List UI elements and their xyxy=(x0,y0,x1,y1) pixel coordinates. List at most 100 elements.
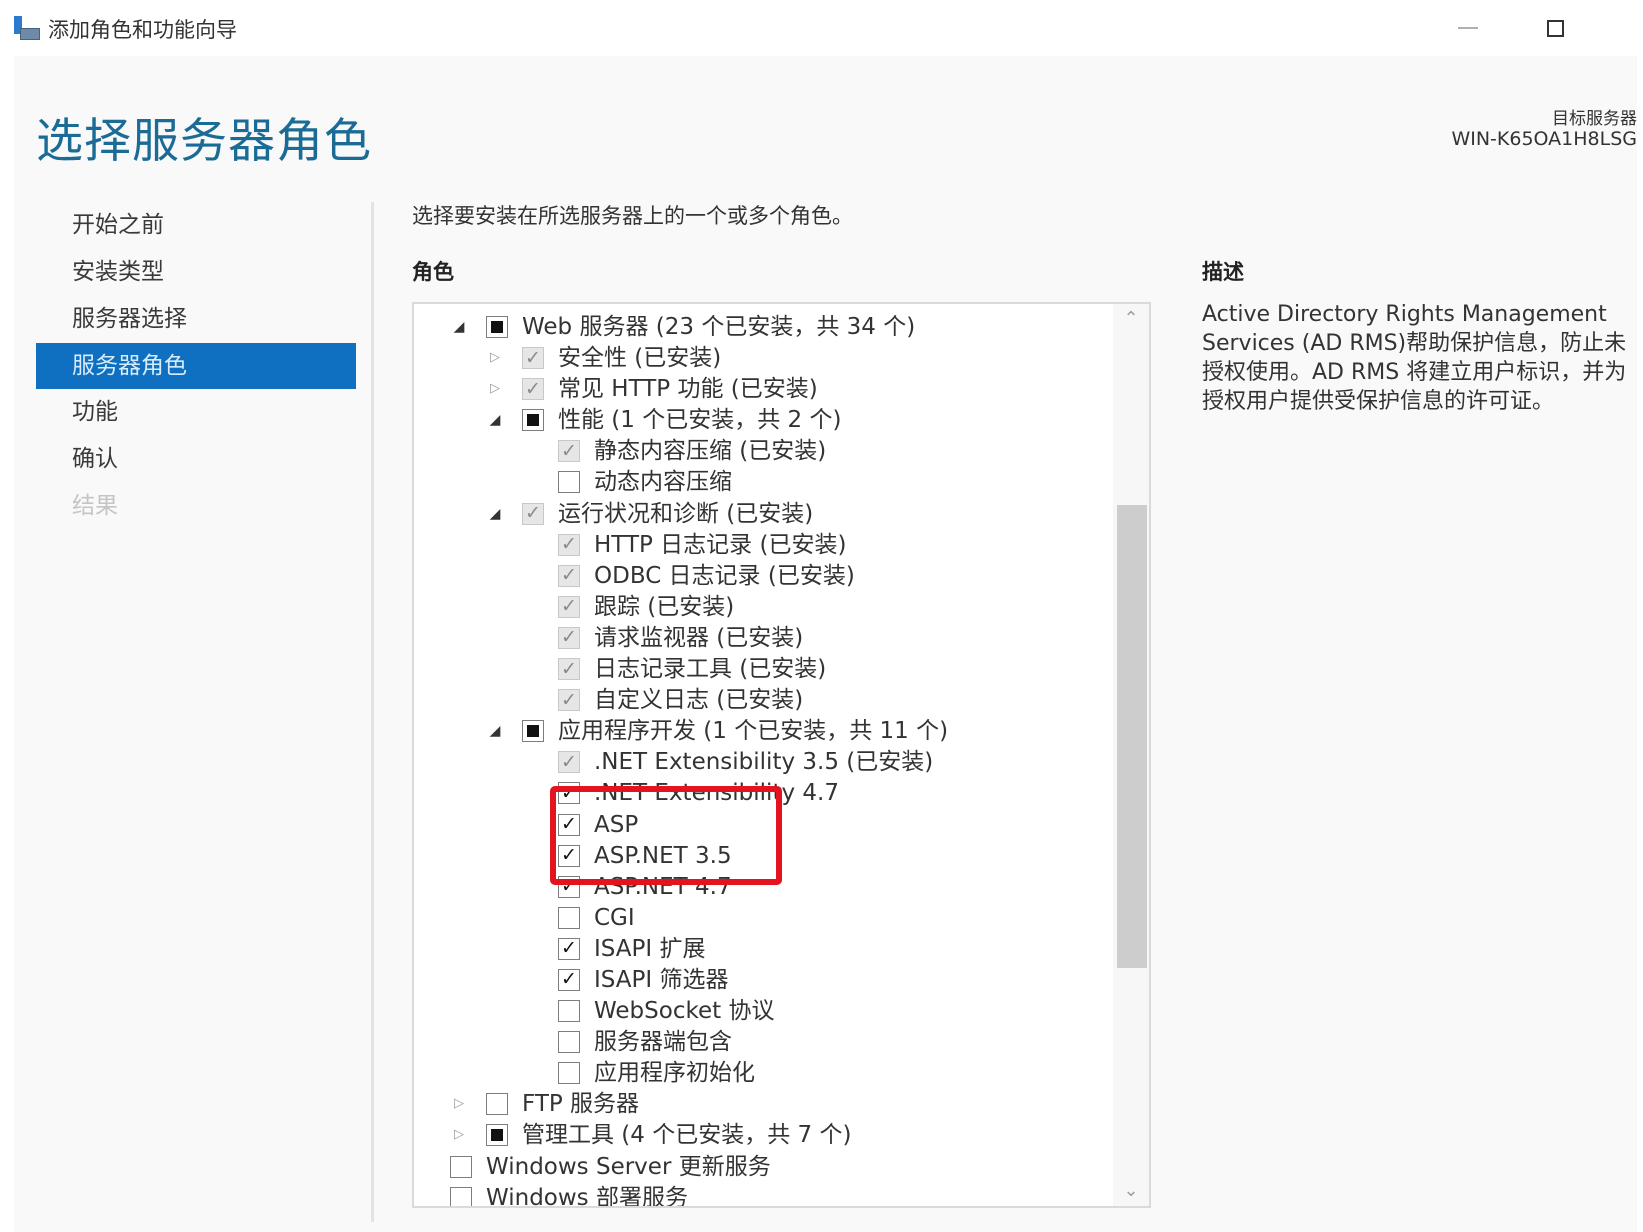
role-label[interactable]: 管理工具 (4 个已安装，共 7 个) xyxy=(522,1120,851,1151)
role-label[interactable]: .NET Extensibility 4.7 xyxy=(594,778,839,809)
expanded-triangle-icon[interactable]: ◢ xyxy=(488,723,502,739)
role-checkbox[interactable]: ✓ xyxy=(558,968,580,991)
role-label[interactable]: HTTP 日志记录 (已安装) xyxy=(594,530,846,561)
role-checkbox[interactable] xyxy=(486,1093,508,1116)
role-tree-item[interactable]: ✓ ASP xyxy=(414,810,1114,841)
minimize-button[interactable] xyxy=(1448,10,1488,46)
scroll-down-icon[interactable]: ⌄ xyxy=(1113,1176,1149,1206)
role-checkbox[interactable] xyxy=(522,409,544,432)
role-checkbox[interactable] xyxy=(486,1124,508,1147)
nav-item-features[interactable]: 功能 xyxy=(36,389,356,436)
role-tree-item[interactable]: ✓ HTTP 日志记录 (已安装) xyxy=(414,530,1114,561)
role-label[interactable]: 服务器端包含 xyxy=(594,1027,732,1058)
role-tree-item[interactable]: ✓ 请求监视器 (已安装) xyxy=(414,623,1114,654)
expanded-triangle-icon[interactable]: ◢ xyxy=(488,412,502,428)
role-tree-item[interactable]: ✓ .NET Extensibility 3.5 (已安装) xyxy=(414,747,1114,778)
role-checkbox[interactable]: ✓ xyxy=(558,844,580,867)
role-label[interactable]: 请求监视器 (已安装) xyxy=(594,623,803,654)
nav-item-installation-type[interactable]: 安装类型 xyxy=(36,249,356,296)
role-tree-item[interactable]: 应用程序初始化 xyxy=(414,1058,1114,1089)
role-tree-item[interactable]: ✓ 静态内容压缩 (已安装) xyxy=(414,436,1114,467)
role-tree-item[interactable]: ▷ ✓ 安全性 (已安装) xyxy=(414,343,1114,374)
role-tree-item[interactable]: ◢ ✓ 运行状况和诊断 (已安装) xyxy=(414,499,1114,530)
scroll-up-icon[interactable]: ⌃ xyxy=(1113,304,1149,334)
role-label[interactable]: ASP.NET 4.7 xyxy=(594,872,732,903)
role-tree-item[interactable]: 动态内容压缩 xyxy=(414,467,1114,498)
role-tree-item[interactable]: ✓ 跟踪 (已安装) xyxy=(414,592,1114,623)
role-label[interactable]: 安全性 (已安装) xyxy=(558,343,721,374)
role-label[interactable]: 应用程序初始化 xyxy=(594,1058,755,1089)
role-label[interactable]: ISAPI 扩展 xyxy=(594,934,706,965)
role-label[interactable]: ASP.NET 3.5 xyxy=(594,841,732,872)
nav-item-confirmation[interactable]: 确认 xyxy=(36,436,356,483)
roles-tree[interactable]: ◢ Web 服务器 (23 个已安装，共 34 个) ▷ ✓ 安全性 (已安装) ▷ ✓ 常见… xyxy=(412,302,1151,1208)
role-tree-item[interactable]: ✓ ASP.NET 3.5 xyxy=(414,841,1114,872)
role-checkbox[interactable]: ✓ xyxy=(558,813,580,836)
role-label[interactable]: Windows Server 更新服务 xyxy=(486,1152,771,1183)
collapsed-triangle-icon[interactable]: ▷ xyxy=(452,1096,466,1112)
role-tree-item[interactable]: WebSocket 协议 xyxy=(414,996,1114,1027)
checkmark-icon: ✓ xyxy=(525,502,541,525)
role-label[interactable]: ISAPI 筛选器 xyxy=(594,965,729,996)
role-checkbox[interactable] xyxy=(558,1000,580,1023)
role-label[interactable]: ASP xyxy=(594,810,638,841)
role-label[interactable]: ODBC 日志记录 (已安装) xyxy=(594,561,855,592)
role-tree-item[interactable]: Windows Server 更新服务 xyxy=(414,1152,1114,1183)
collapsed-triangle-icon[interactable]: ▷ xyxy=(488,350,502,366)
role-label[interactable]: 日志记录工具 (已安装) xyxy=(594,654,826,685)
role-checkbox[interactable] xyxy=(450,1186,472,1206)
role-checkbox[interactable] xyxy=(558,471,580,494)
role-label[interactable]: 性能 (1 个已安装，共 2 个) xyxy=(558,405,841,436)
role-tree-item[interactable]: CGI xyxy=(414,903,1114,934)
role-tree-item[interactable]: ✓ 自定义日志 (已安装) xyxy=(414,685,1114,716)
role-label[interactable]: Windows 部署服务 xyxy=(486,1183,688,1206)
role-label[interactable]: 动态内容压缩 xyxy=(594,467,732,498)
role-checkbox[interactable] xyxy=(486,316,508,338)
role-tree-item[interactable]: ✓ ISAPI 扩展 xyxy=(414,934,1114,965)
maximize-button[interactable] xyxy=(1535,10,1575,46)
role-tree-item[interactable]: ✓ ASP.NET 4.7 xyxy=(414,872,1114,903)
role-label[interactable]: WebSocket 协议 xyxy=(594,996,774,1027)
role-checkbox[interactable] xyxy=(558,906,580,929)
checkmark-icon: ✓ xyxy=(561,533,577,556)
role-label[interactable]: 常见 HTTP 功能 (已安装) xyxy=(558,374,818,405)
role-tree-item[interactable]: ✓ 日志记录工具 (已安装) xyxy=(414,654,1114,685)
role-tree-item[interactable]: Windows 部署服务 xyxy=(414,1183,1114,1206)
role-label[interactable]: FTP 服务器 xyxy=(522,1089,639,1120)
role-tree-item[interactable]: ◢ 性能 (1 个已安装，共 2 个) xyxy=(414,405,1114,436)
nav-item-before-you-begin[interactable]: 开始之前 xyxy=(36,202,356,249)
role-checkbox[interactable] xyxy=(450,1155,472,1178)
role-checkbox: ✓ xyxy=(558,689,580,712)
role-tree-item[interactable]: ✓ ODBC 日志记录 (已安装) xyxy=(414,561,1114,592)
role-label[interactable]: 运行状况和诊断 (已安装) xyxy=(558,499,813,530)
role-checkbox[interactable] xyxy=(558,1062,580,1085)
role-checkbox[interactable]: ✓ xyxy=(558,875,580,898)
role-checkbox[interactable] xyxy=(522,720,544,743)
vertical-scrollbar[interactable]: ⌃ ⌄ xyxy=(1113,304,1149,1206)
role-label[interactable]: Web 服务器 (23 个已安装，共 34 个) xyxy=(522,312,915,343)
role-tree-item[interactable]: ◢ Web 服务器 (23 个已安装，共 34 个) xyxy=(414,312,1114,343)
role-label[interactable]: .NET Extensibility 3.5 (已安装) xyxy=(594,747,933,778)
role-checkbox[interactable]: ✓ xyxy=(558,782,580,805)
role-label[interactable]: 自定义日志 (已安装) xyxy=(594,685,803,716)
role-tree-item[interactable]: ✓ ISAPI 筛选器 xyxy=(414,965,1114,996)
role-tree-item[interactable]: ▷ FTP 服务器 xyxy=(414,1089,1114,1120)
role-tree-item[interactable]: ◢ 应用程序开发 (1 个已安装，共 11 个) xyxy=(414,716,1114,747)
expanded-triangle-icon[interactable]: ◢ xyxy=(488,506,502,522)
scrollbar-thumb[interactable] xyxy=(1117,504,1147,968)
role-checkbox[interactable] xyxy=(558,1031,580,1054)
role-label[interactable]: 静态内容压缩 (已安装) xyxy=(594,436,826,467)
nav-item-server-roles[interactable]: 服务器角色 xyxy=(36,343,356,389)
role-tree-item[interactable]: 服务器端包含 xyxy=(414,1027,1114,1058)
collapsed-triangle-icon[interactable]: ▷ xyxy=(488,381,502,397)
expanded-triangle-icon[interactable]: ◢ xyxy=(452,319,466,335)
role-label[interactable]: 跟踪 (已安装) xyxy=(594,592,734,623)
role-tree-item[interactable]: ✓ .NET Extensibility 4.7 xyxy=(414,778,1114,809)
nav-item-server-selection[interactable]: 服务器选择 xyxy=(36,296,356,343)
role-checkbox[interactable]: ✓ xyxy=(558,937,580,960)
collapsed-triangle-icon[interactable]: ▷ xyxy=(452,1127,466,1143)
role-tree-item[interactable]: ▷ 管理工具 (4 个已安装，共 7 个) xyxy=(414,1120,1114,1151)
role-label[interactable]: 应用程序开发 (1 个已安装，共 11 个) xyxy=(558,716,948,747)
role-label[interactable]: CGI xyxy=(594,903,635,934)
role-tree-item[interactable]: ▷ ✓ 常见 HTTP 功能 (已安装) xyxy=(414,374,1114,405)
